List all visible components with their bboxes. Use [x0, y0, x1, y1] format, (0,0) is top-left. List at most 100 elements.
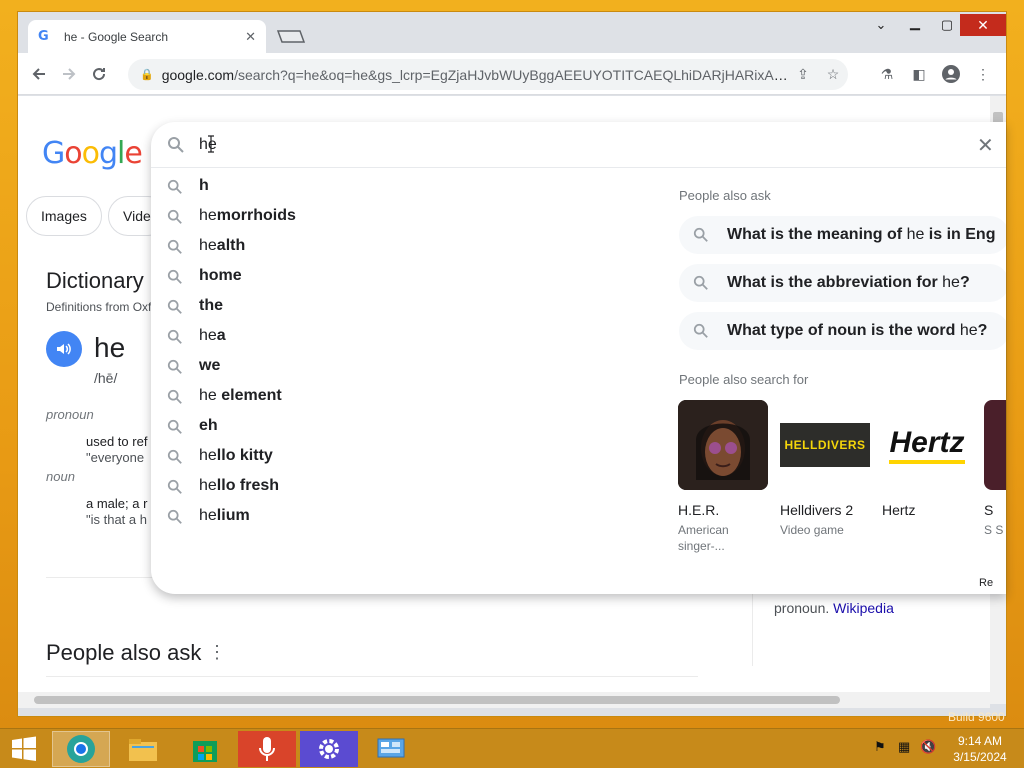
suggestion-item[interactable]: we: [151, 351, 651, 381]
suggestion-item[interactable]: home: [151, 261, 651, 291]
clear-search-icon[interactable]: ✕: [977, 133, 994, 158]
wiki-prefix: pronoun.: [774, 600, 830, 616]
suggestion-item[interactable]: health: [151, 231, 651, 261]
bookmark-star-icon[interactable]: ☆: [818, 66, 848, 83]
suggestion-text: the: [199, 297, 223, 314]
action-center-flag-icon[interactable]: ⚑: [874, 739, 886, 755]
tab-title: he - Google Search: [64, 29, 169, 44]
dictionary-word: he: [94, 332, 126, 363]
search-icon: [167, 509, 182, 524]
related-card-hertz[interactable]: Hertz Hertz: [882, 400, 974, 518]
horizontal-scrollbar[interactable]: [18, 692, 990, 708]
card-desc: Video game: [780, 523, 844, 537]
wikipedia-link[interactable]: Wikipedia: [833, 600, 894, 616]
dictionary-heading: Dictionary: [46, 268, 144, 293]
report-link[interactable]: Re: [979, 577, 993, 589]
people-also-ask-label: People also ask: [679, 188, 771, 203]
suggestion-text: hea: [199, 327, 226, 344]
volume-muted-icon[interactable]: 🔇: [920, 739, 936, 755]
search-icon: [167, 209, 182, 224]
minimize-button[interactable]: ▁: [898, 12, 932, 34]
related-card-her[interactable]: H.E.R. American singer-...: [678, 400, 770, 554]
phonetic: /hē/: [94, 370, 118, 386]
taskbar-file-explorer-icon[interactable]: [114, 731, 172, 767]
speaker-icon[interactable]: [46, 331, 82, 367]
filter-chip-images[interactable]: Images: [26, 196, 102, 236]
definition-1: used to ref: [86, 434, 148, 449]
start-button[interactable]: [0, 731, 48, 767]
search-input-row[interactable]: he ✕: [151, 122, 1006, 168]
suggestion-text: h: [199, 177, 209, 194]
suggestion-text: hemorrhoids: [199, 207, 296, 224]
definition-2: a male; a r: [86, 496, 148, 511]
suggestion-item[interactable]: helium: [151, 501, 651, 531]
question-text: What is the abbreviation for he?: [727, 274, 970, 291]
part-of-speech-noun: noun: [46, 469, 75, 484]
related-card-partial[interactable]: S S S: [984, 400, 1006, 538]
taskbar-chrome-app[interactable]: [52, 731, 110, 767]
share-icon[interactable]: ⇪: [788, 66, 818, 83]
search-icon: [167, 239, 182, 254]
tab-google-search[interactable]: G he - Google Search ✕: [28, 20, 266, 53]
close-window-button[interactable]: ✕: [960, 14, 1006, 36]
new-tab-button[interactable]: [276, 28, 306, 44]
search-icon: [167, 449, 182, 464]
maximize-button[interactable]: ▢: [930, 14, 964, 36]
part-of-speech-pronoun: pronoun: [46, 407, 94, 422]
profile-avatar-icon[interactable]: [938, 61, 964, 87]
related-question[interactable]: What type of noun is the word he?: [679, 312, 1006, 350]
taskbar-store-icon[interactable]: [176, 731, 234, 767]
card-name: Helldivers 2: [780, 502, 854, 518]
network-icon[interactable]: ▦: [898, 739, 910, 755]
tab-strip: G he - Google Search ✕ ⌄ ▁ ▢ ✕: [18, 12, 1006, 53]
search-icon: [167, 179, 182, 194]
search-icon: [167, 479, 182, 494]
suggestion-item[interactable]: hea: [151, 321, 651, 351]
wikipedia-attribution: pronoun. Wikipedia: [774, 600, 894, 616]
suggestion-item[interactable]: eh: [151, 411, 651, 441]
suggestion-item[interactable]: hemorrhoids: [151, 201, 651, 231]
url-path: /search?q=he&oq=he&gs_lcrp=EgZjaHJvbWUyB…: [234, 66, 788, 83]
question-text: What type of noun is the word he?: [727, 322, 988, 339]
search-icon: [167, 389, 182, 404]
forward-arrow-icon[interactable]: [54, 59, 84, 89]
system-clock[interactable]: 9:14 AM 3/15/2024: [940, 733, 1020, 765]
related-question[interactable]: What is the meaning of he is in Eng: [679, 216, 1006, 254]
reload-icon[interactable]: [84, 59, 114, 89]
suggestion-text: eh: [199, 417, 218, 434]
related-card-helldivers[interactable]: HELLDIVERS Helldivers 2 Video game: [780, 400, 872, 538]
google-logo[interactable]: Google: [42, 136, 143, 171]
taskbar-voice-recorder-icon[interactable]: [238, 731, 296, 767]
chrome-menu-icon[interactable]: ⋮: [970, 61, 996, 87]
tab-search-chevron-icon[interactable]: ⌄: [864, 14, 898, 36]
taskbar: ⚑ ▦ 🔇 9:14 AM 3/15/2024: [0, 728, 1024, 768]
related-question[interactable]: What is the abbreviation for he?: [679, 264, 1006, 302]
card-name: Hertz: [882, 502, 916, 518]
suggestion-item[interactable]: h: [151, 171, 651, 201]
extensions-flask-icon[interactable]: ⚗: [874, 61, 900, 87]
people-also-search-label: People also search for: [679, 372, 809, 387]
suggestion-text: hello fresh: [199, 477, 280, 494]
divider: [46, 676, 698, 677]
suggestion-item[interactable]: hello fresh: [151, 471, 651, 501]
suggestion-text: helium: [199, 507, 250, 524]
suggestion-item[interactable]: hello kitty: [151, 441, 651, 471]
suggestion-text: hello kitty: [199, 447, 273, 464]
taskbar-settings-gear-icon[interactable]: [300, 731, 358, 767]
suggestion-item[interactable]: the: [151, 291, 651, 321]
search-icon: [167, 419, 182, 434]
side-panel-icon[interactable]: ◧: [906, 61, 932, 87]
card-desc: American singer-...: [678, 523, 729, 553]
tab-close-icon[interactable]: ✕: [245, 29, 256, 45]
more-options-icon[interactable]: ⋮: [208, 642, 226, 663]
column-divider: [752, 586, 753, 666]
address-bar[interactable]: 🔒 google.com/search?q=he&oq=he&gs_lcrp=E…: [128, 59, 848, 90]
scroll-thumb[interactable]: [34, 696, 840, 704]
clock-time: 9:14 AM: [957, 734, 1003, 748]
suggestion-item[interactable]: he element: [151, 381, 651, 411]
taskbar-control-panel-icon[interactable]: [362, 731, 420, 767]
search-icon: [693, 323, 708, 338]
hertz-logo: Hertz: [882, 400, 972, 490]
back-arrow-icon[interactable]: [24, 59, 54, 89]
definitions-source[interactable]: Definitions from Oxf: [46, 300, 151, 314]
